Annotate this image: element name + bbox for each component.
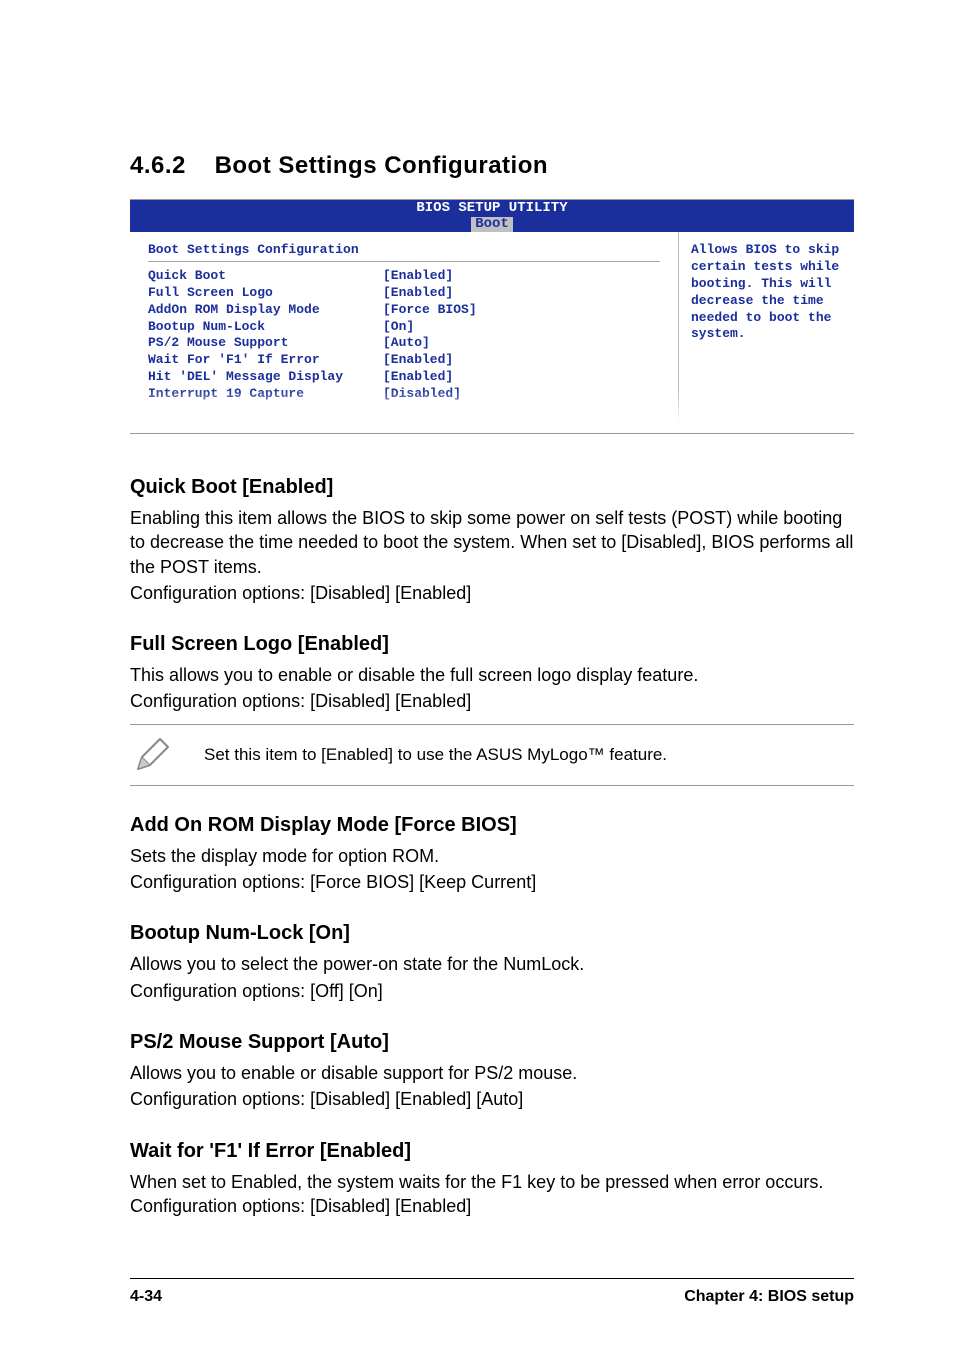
bios-help-panel: Allows BIOS to skip certain tests while … xyxy=(679,232,854,433)
page-number: 4-34 xyxy=(130,1287,162,1308)
bios-tab: Boot xyxy=(471,217,513,232)
pencil-icon xyxy=(130,733,174,777)
bios-row: Quick Boot[Enabled] xyxy=(148,268,660,285)
item-heading: Wait for 'F1' If Error [Enabled] xyxy=(130,1138,854,1164)
body-text: This allows you to enable or disable the… xyxy=(130,663,854,687)
item-heading: Quick Boot [Enabled] xyxy=(130,474,854,500)
bios-row: PS/2 Mouse Support[Auto] xyxy=(148,335,660,352)
body-text: Configuration options: [Off] [On] xyxy=(130,979,854,1003)
bios-row: Interrupt 19 Capture[Disabled] xyxy=(148,386,660,403)
bios-left-panel: Boot Settings Configuration Quick Boot[E… xyxy=(130,232,679,433)
bios-header: BIOS SETUP UTILITY Boot xyxy=(130,200,854,232)
body-text: Configuration options: [Disabled] [Enabl… xyxy=(130,1087,854,1111)
bios-row: AddOn ROM Display Mode[Force BIOS] xyxy=(148,302,660,319)
item-heading: PS/2 Mouse Support [Auto] xyxy=(130,1029,854,1055)
body-text: Sets the display mode for option ROM. xyxy=(130,844,854,868)
body-text: Configuration options: [Disabled] [Enabl… xyxy=(130,581,854,605)
body-text: Configuration options: [Disabled] [Enabl… xyxy=(130,689,854,713)
section-number: 4.6.2 xyxy=(130,152,186,179)
bios-row: Wait For 'F1' If Error[Enabled] xyxy=(148,352,660,369)
note-text: Set this item to [Enabled] to use the AS… xyxy=(204,744,667,766)
bios-row: Full Screen Logo[Enabled] xyxy=(148,285,660,302)
bios-row: Bootup Num-Lock[On] xyxy=(148,319,660,336)
bios-screenshot: BIOS SETUP UTILITY Boot Boot Settings Co… xyxy=(130,199,854,434)
body-text: Configuration options: [Force BIOS] [Kee… xyxy=(130,870,854,894)
note-block: Set this item to [Enabled] to use the AS… xyxy=(130,724,854,786)
item-heading: Bootup Num-Lock [On] xyxy=(130,920,854,946)
bios-util-title: BIOS SETUP UTILITY xyxy=(130,201,854,216)
item-heading: Add On ROM Display Mode [Force BIOS] xyxy=(130,812,854,838)
body-text: When set to Enabled, the system waits fo… xyxy=(130,1170,854,1219)
bios-body: Boot Settings Configuration Quick Boot[E… xyxy=(130,232,854,433)
page-footer: 4-34 Chapter 4: BIOS setup xyxy=(130,1278,854,1308)
bios-panel-title: Boot Settings Configuration xyxy=(148,242,660,262)
bios-row: Hit 'DEL' Message Display[Enabled] xyxy=(148,369,660,386)
item-heading: Full Screen Logo [Enabled] xyxy=(130,631,854,657)
body-text: Enabling this item allows the BIOS to sk… xyxy=(130,506,854,579)
chapter-label: Chapter 4: BIOS setup xyxy=(684,1287,854,1308)
body-text: Allows you to enable or disable support … xyxy=(130,1061,854,1085)
section-heading: 4.6.2 Boot Settings Configuration xyxy=(130,150,854,181)
section-title: Boot Settings Configuration xyxy=(215,152,548,179)
body-text: Allows you to select the power-on state … xyxy=(130,952,854,976)
